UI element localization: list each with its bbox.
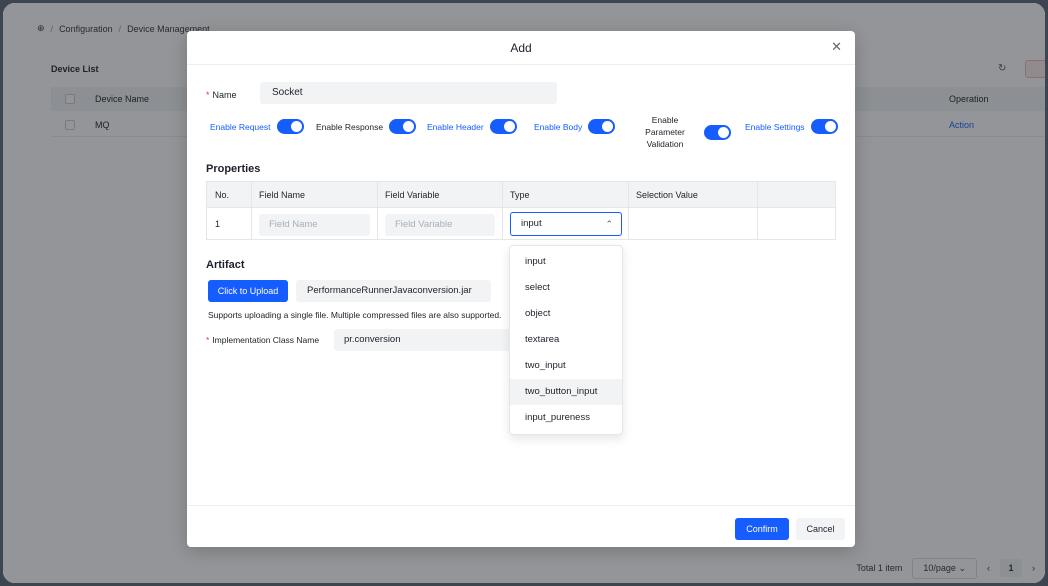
field-variable-input[interactable]: Field Variable [385, 214, 495, 236]
impl-class-input[interactable]: pr.conversion [334, 329, 514, 351]
enable-parameter-validation-switch[interactable] [704, 124, 731, 140]
modal-header: Add ✕ [187, 31, 855, 65]
column-header: Type [510, 190, 530, 200]
type-select[interactable]: input ⌃ [510, 212, 622, 236]
type-option[interactable]: object [510, 301, 622, 327]
row-number: 1 [215, 219, 221, 229]
chevron-up-icon: ⌃ [605, 219, 613, 229]
type-dropdown: input select object textarea two_input t… [509, 245, 623, 435]
type-option[interactable]: input_pureness [510, 405, 622, 431]
app-window: ⊕ / Configuration / Device Management De… [3, 3, 1045, 583]
type-option[interactable]: two_input [510, 353, 622, 379]
properties-table-header: No. Field Name Field Variable Type Selec… [207, 182, 835, 208]
enable-settings-switch[interactable] [810, 119, 838, 134]
impl-class-label: * Implementation Class Name [206, 335, 320, 345]
enable-body-switch[interactable] [588, 119, 616, 134]
enable-header-switch[interactable] [489, 119, 517, 134]
type-option[interactable]: input [510, 249, 622, 275]
add-modal: Add ✕ * Name Socket Enable Request Enable… [187, 31, 855, 547]
column-header: Field Name [259, 190, 306, 200]
properties-table: No. Field Name Field Variable Type Selec… [206, 181, 836, 240]
field-name-input[interactable]: Field Name [259, 214, 370, 236]
cancel-button[interactable]: Cancel [796, 518, 845, 540]
toggle-enable-header: Enable Header [427, 119, 517, 134]
type-option[interactable]: textarea [510, 327, 622, 353]
close-icon[interactable]: ✕ [831, 40, 842, 54]
toggle-enable-request: Enable Request [210, 119, 304, 134]
column-header: Selection Value [636, 190, 698, 200]
toggle-enable-parameter-validation: Enable Parameter Validation [632, 114, 731, 150]
name-input[interactable]: Socket [260, 82, 557, 104]
toggle-enable-response: Enable Response [316, 119, 417, 134]
uploaded-file[interactable]: PerformanceRunnerJavaconversion.jar [296, 280, 491, 302]
upload-button[interactable]: Click to Upload [208, 280, 288, 302]
enable-request-switch[interactable] [276, 119, 304, 134]
type-option[interactable]: two_button_input [510, 379, 622, 405]
modal-footer-divider [187, 505, 855, 506]
modal-title: Add [510, 41, 532, 55]
artifact-title: Artifact [206, 259, 245, 271]
upload-hint: Supports uploading a single file. Multip… [208, 310, 502, 320]
properties-title: Properties [206, 163, 261, 175]
column-header: No. [215, 190, 230, 200]
toggle-enable-body: Enable Body [534, 119, 616, 134]
toggle-enable-settings: Enable Settings [745, 119, 838, 134]
enable-response-switch[interactable] [389, 119, 417, 134]
type-option[interactable]: select [510, 275, 622, 301]
column-header: Field Variable [385, 190, 440, 200]
confirm-button[interactable]: Confirm [735, 518, 789, 540]
name-label: * Name [206, 90, 237, 100]
